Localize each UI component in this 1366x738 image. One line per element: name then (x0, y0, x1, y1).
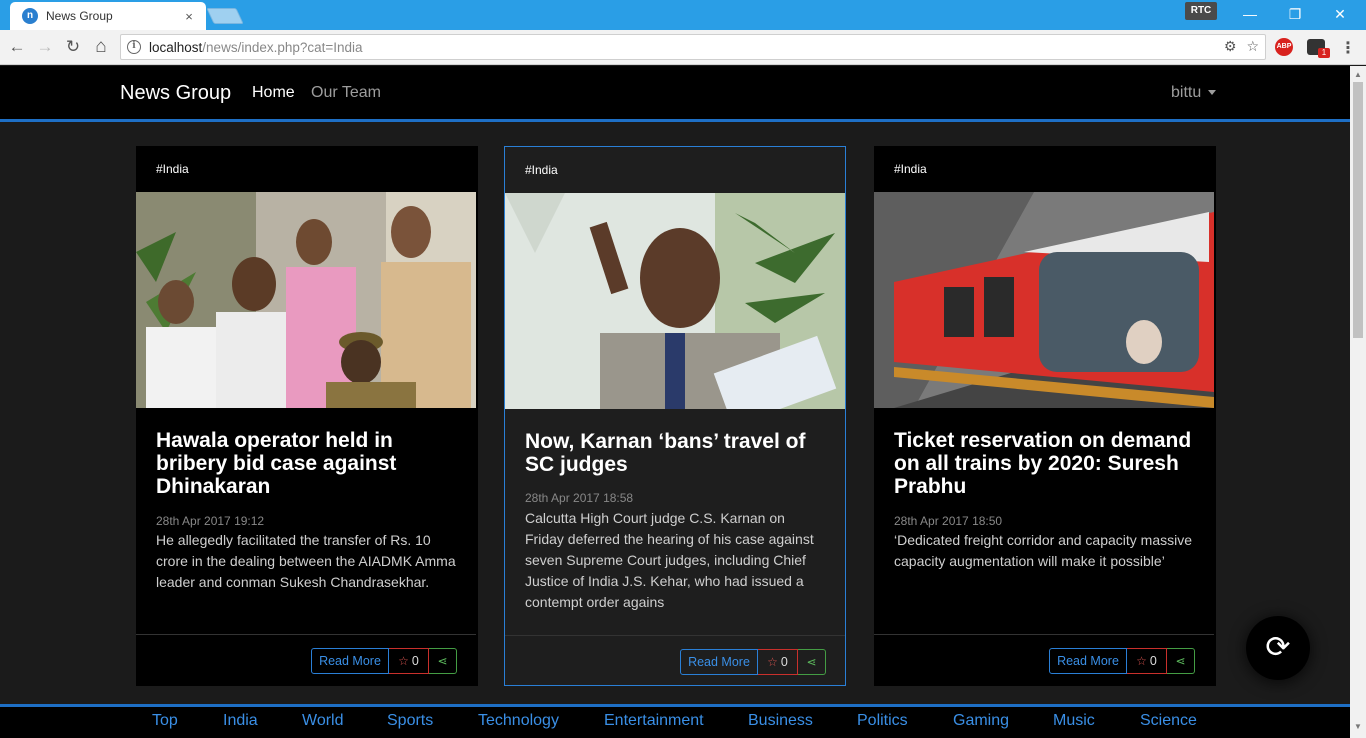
star-count: 0 (1149, 654, 1157, 668)
star-button[interactable]: ☆ 0 (389, 648, 429, 674)
category-bar: Top India World Sports Technology Entert… (0, 704, 1350, 738)
star-count: 0 (411, 654, 419, 668)
category-technology[interactable]: Technology (478, 712, 559, 730)
star-button[interactable]: ☆ 0 (1127, 648, 1167, 674)
read-more-button[interactable]: Read More (311, 648, 389, 674)
page-scrollbar[interactable]: ▲ ▼ (1350, 66, 1366, 738)
card-title[interactable]: Ticket reservation on demand on all trai… (894, 429, 1198, 498)
scroll-up-icon[interactable]: ▲ (1354, 70, 1362, 79)
site-navbar: News Group Home Our Team bittu (0, 66, 1350, 122)
nav-home[interactable]: Home (252, 84, 295, 102)
card-date: 28th Apr 2017 19:12 (156, 514, 265, 528)
tab-title: News Group (46, 9, 113, 23)
news-image-train (874, 192, 1214, 408)
user-dropdown[interactable]: bittu (1171, 84, 1217, 102)
info-icon[interactable]: i (127, 40, 141, 54)
category-top[interactable]: Top (152, 712, 178, 730)
read-more-button[interactable]: Read More (680, 649, 758, 675)
restore-icon[interactable]: ❐ (1273, 0, 1317, 28)
card-tag[interactable]: #India (156, 162, 189, 176)
url-path: /news/index.php?cat=India (202, 39, 363, 55)
brand-link[interactable]: News Group (120, 82, 231, 105)
category-business[interactable]: Business (748, 712, 813, 730)
caret-down-icon (1208, 90, 1217, 96)
read-more-button[interactable]: Read More (1049, 648, 1127, 674)
share-icon: ⋖ (806, 655, 817, 669)
card-date: 28th Apr 2017 18:50 (894, 514, 1003, 528)
bookmark-star-icon[interactable]: ☆ (1246, 38, 1259, 55)
category-sports[interactable]: Sports (387, 712, 433, 730)
category-music[interactable]: Music (1053, 712, 1095, 730)
star-count: 0 (780, 655, 788, 669)
url-host: localhost (149, 39, 203, 55)
home-icon[interactable]: ⌂ (89, 36, 113, 58)
minimize-icon[interactable]: — (1228, 0, 1272, 28)
forward-icon[interactable]: → (33, 36, 57, 58)
category-science[interactable]: Science (1140, 712, 1197, 730)
back-icon[interactable]: ← (5, 36, 29, 58)
card-divider (874, 634, 1214, 635)
card-actions: Read More ☆ 0 ⋖ (1049, 648, 1195, 674)
card-divider (505, 635, 845, 636)
star-button[interactable]: ☆ 0 (758, 649, 798, 675)
star-icon: ☆ (1136, 654, 1147, 668)
news-card: #India Now, Karnan ‘bans’ travel of SC j… (504, 146, 846, 686)
share-icon: ⋖ (437, 654, 448, 668)
browser-tab[interactable]: n News Group × (10, 2, 206, 30)
card-title[interactable]: Hawala operator held in bribery bid case… (156, 429, 460, 498)
reload-icon[interactable]: ↻ (61, 36, 85, 58)
news-card: #India Ticket reservation on demand on a… (874, 146, 1216, 686)
category-india[interactable]: India (223, 712, 258, 730)
browser-toolbar: ← → ↻ ⌂ i localhost/news/index.php?cat=I… (0, 30, 1366, 65)
tab-close-icon[interactable]: × (182, 9, 196, 24)
nav-our-team[interactable]: Our Team (311, 84, 381, 102)
star-icon: ☆ (767, 655, 778, 669)
card-date: 28th Apr 2017 18:58 (525, 491, 634, 505)
card-description: Calcutta High Court judge C.S. Karnan on… (525, 510, 814, 610)
card-title[interactable]: Now, Karnan ‘bans’ travel of SC judges (525, 430, 829, 476)
scroll-down-icon[interactable]: ▼ (1354, 722, 1362, 731)
news-card: #India Hawala operator held in bribery b… (136, 146, 478, 686)
card-description: ‘Dedicated freight corridor and capacity… (894, 532, 1193, 569)
category-politics[interactable]: Politics (857, 712, 908, 730)
share-button[interactable]: ⋖ (1167, 648, 1195, 674)
card-actions: Read More ☆ 0 ⋖ (680, 649, 826, 675)
category-gaming[interactable]: Gaming (953, 712, 1009, 730)
user-name: bittu (1171, 84, 1202, 101)
site-favicon-icon: n (22, 8, 38, 24)
translate-icon[interactable]: ⚙ (1224, 38, 1237, 55)
share-icon: ⋖ (1175, 654, 1186, 668)
category-world[interactable]: World (302, 712, 344, 730)
share-button[interactable]: ⋖ (429, 648, 457, 674)
star-icon: ☆ (398, 654, 409, 668)
news-image-hawala (136, 192, 476, 408)
card-tag[interactable]: #India (525, 163, 558, 177)
card-description: He allegedly facilitated the transfer of… (156, 532, 456, 590)
page-viewport: News Group Home Our Team bittu #India Ha… (0, 66, 1350, 738)
news-image-karnan (505, 193, 845, 409)
adblock-plus-icon[interactable]: ABP (1275, 38, 1293, 56)
browser-tabstrip: n News Group × RTC — ❐ ✕ (0, 0, 1366, 30)
card-divider (136, 634, 476, 635)
new-tab-button[interactable] (206, 8, 244, 24)
refresh-icon[interactable]: ⟳ (1258, 628, 1298, 668)
card-actions: Read More ☆ 0 ⋖ (311, 648, 457, 674)
extension-badge: 1 (1318, 48, 1330, 58)
browser-menu-icon[interactable]: ⋮ (1340, 38, 1356, 58)
card-tag[interactable]: #India (894, 162, 927, 176)
share-button[interactable]: ⋖ (798, 649, 826, 675)
address-bar[interactable]: i localhost/news/index.php?cat=India ⚙ ☆ (120, 34, 1266, 60)
scroll-thumb[interactable] (1353, 82, 1363, 338)
category-entertainment[interactable]: Entertainment (604, 712, 704, 730)
rtc-badge: RTC (1185, 2, 1217, 20)
window-close-icon[interactable]: ✕ (1318, 0, 1362, 28)
